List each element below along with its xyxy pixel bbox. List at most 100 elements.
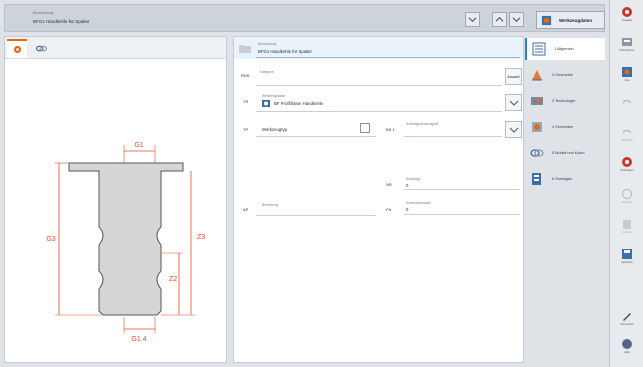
print-icon — [623, 220, 631, 229]
workpiece-data-button[interactable]: Werkzeugdaten — [536, 11, 605, 29]
label-g1: G1 — [134, 142, 143, 149]
nav-label: 2 Geometrie — [552, 72, 573, 77]
new-button[interactable]: Neu — [612, 66, 642, 90]
name-row: Bezeichnung BFG1 Handkehle für Spalter — [234, 37, 523, 59]
load-icon — [622, 189, 632, 199]
usable-length-input[interactable]: 0 — [406, 183, 408, 188]
blade-count-underline — [404, 214, 520, 215]
edit-icon — [623, 313, 631, 321]
load-button[interactable]: Einlesen — [612, 188, 642, 212]
toolbar-label: Ausgabe — [621, 19, 633, 22]
tool-profile-drawing: G1 G1.4 G3 Z3 Z2 — [46, 142, 205, 343]
apply-icon — [622, 38, 632, 46]
label-g1-4: G1.4 — [131, 336, 146, 343]
geometry-icon — [532, 70, 542, 81]
chevron-down-icon — [509, 100, 518, 106]
toolbar-label: Speichern — [621, 261, 633, 264]
tool-preview-panel: G1 G1.4 G3 Z3 Z2 — [4, 36, 227, 363]
tool-type-checkbox[interactable] — [360, 123, 370, 133]
folder-icon — [239, 45, 251, 53]
transfer-icon — [622, 157, 632, 167]
usable-length-label: Nutzlänge — [406, 177, 421, 181]
undo-button[interactable] — [612, 96, 642, 120]
tool-profile-shape — [68, 162, 184, 316]
chevron-up-icon — [495, 16, 504, 22]
model-icon — [530, 149, 544, 157]
toolbar-label: Hilfe — [624, 351, 630, 354]
row6-tag: AP — [243, 207, 249, 212]
transfer-button[interactable]: Übertragen — [612, 156, 642, 180]
tool-class-value: BF Profilfräser Handkehle — [274, 101, 324, 106]
title-bar: Bezeichnung BFG1 Handkehle für Spalter W… — [4, 4, 605, 32]
nav-label: 5 Modell und Kolon — [552, 150, 585, 155]
nav-label: 6 Sonstiges — [552, 176, 572, 181]
workpiece-data-label: Werkzeugdaten — [559, 17, 593, 23]
row4-tag: TP — [243, 127, 249, 132]
list-icon — [532, 42, 546, 56]
nav-item-model[interactable]: 5 Modell und Kolon — [525, 142, 605, 164]
prev-button[interactable] — [492, 12, 507, 27]
blade-count-input[interactable]: 0 — [406, 207, 408, 212]
next-button[interactable] — [509, 12, 524, 27]
apply-button[interactable]: Übernehmen — [612, 36, 642, 60]
help-button[interactable]: Hilfe — [612, 338, 642, 362]
toolbar-label: Drucken — [622, 231, 632, 234]
help-icon — [622, 339, 632, 349]
tool-data-icon — [541, 15, 552, 25]
output-button[interactable]: Ausgabe — [612, 6, 642, 30]
toolbar-label: Kommentar — [620, 323, 634, 326]
preview-tabs — [5, 37, 226, 59]
title-value: BFG1 Handkehle für Spalter — [33, 19, 90, 24]
category-select-button[interactable]: Auswahl — [505, 68, 522, 85]
save-icon — [622, 249, 632, 259]
chevron-down-icon — [468, 17, 477, 23]
name-underline — [256, 57, 520, 58]
print-button[interactable]: Drucken — [612, 218, 642, 242]
nav-label: 3 Technologie — [552, 98, 576, 103]
category-label: Kategorie — [260, 70, 274, 74]
blades-icon — [532, 122, 542, 132]
technology-icon — [531, 97, 543, 105]
cutting-speed-dropdown[interactable] — [505, 121, 522, 138]
nav-item-misc[interactable]: 6 Sonstiges — [525, 168, 605, 190]
toolbar-label: Verwerfen — [621, 139, 633, 142]
misc-icon — [532, 173, 541, 185]
save-button[interactable]: Speichern — [612, 248, 642, 272]
tool-class-underline — [256, 111, 502, 112]
blade-count-label: Schneidenanzahl — [406, 201, 431, 205]
new-icon — [622, 67, 632, 77]
nav-item-geometry[interactable]: 2 Geometrie — [525, 64, 605, 86]
tool-class-label: Werkzeugklasse — [262, 94, 286, 98]
comment-button[interactable]: Kommentar — [612, 310, 642, 334]
tab-link[interactable] — [31, 39, 51, 58]
row4-right-tag: BS 1 — [386, 127, 395, 132]
name-input[interactable]: BFG1 Handkehle für Spalter — [258, 49, 312, 54]
nav-item-technology[interactable]: 3 Technologie — [525, 90, 605, 112]
tool-form: Bezeichnung BFG1 Handkehle für Spalter R… — [233, 36, 524, 363]
nav-item-blades[interactable]: 4 Schneiden — [525, 116, 605, 138]
name-label: Bezeichnung — [258, 42, 277, 46]
chevron-down-icon — [512, 17, 521, 23]
title-label: Bezeichnung — [33, 11, 54, 15]
circle-tool-icon — [13, 45, 21, 54]
tool-class-dropdown[interactable] — [505, 94, 522, 111]
label-z2: Z2 — [169, 276, 177, 283]
discard-button[interactable]: Verwerfen — [612, 126, 642, 150]
nav-item-general[interactable]: 1 Allgemein — [525, 38, 605, 60]
collapse-button[interactable] — [465, 12, 480, 27]
right-toolbar: Ausgabe Übernehmen Neu Verwerfen Übertra… — [609, 0, 643, 367]
comment-label: Bemerkung — [262, 203, 279, 207]
row3-tag: TR — [243, 99, 249, 104]
toolbar-label: Übernehmen — [619, 49, 635, 52]
tool-type-value: Werkzeugtyp — [262, 127, 287, 132]
nav-label: 4 Schneiden — [552, 124, 574, 129]
nav-label: 1 Allgemein — [554, 46, 574, 51]
tab-tool[interactable] — [7, 39, 27, 58]
toolbar-label: Übertragen — [620, 169, 634, 172]
row2-tag: RNS — [241, 73, 250, 78]
cutting-speed-label: Schnittgeschwindigkeit — [406, 122, 439, 126]
comment-underline[interactable] — [256, 215, 376, 216]
cutting-speed-underline — [404, 136, 502, 137]
section-nav: 1 Allgemein 2 Geometrie 3 Technologie 4 … — [525, 36, 605, 363]
category-underline — [256, 85, 502, 86]
